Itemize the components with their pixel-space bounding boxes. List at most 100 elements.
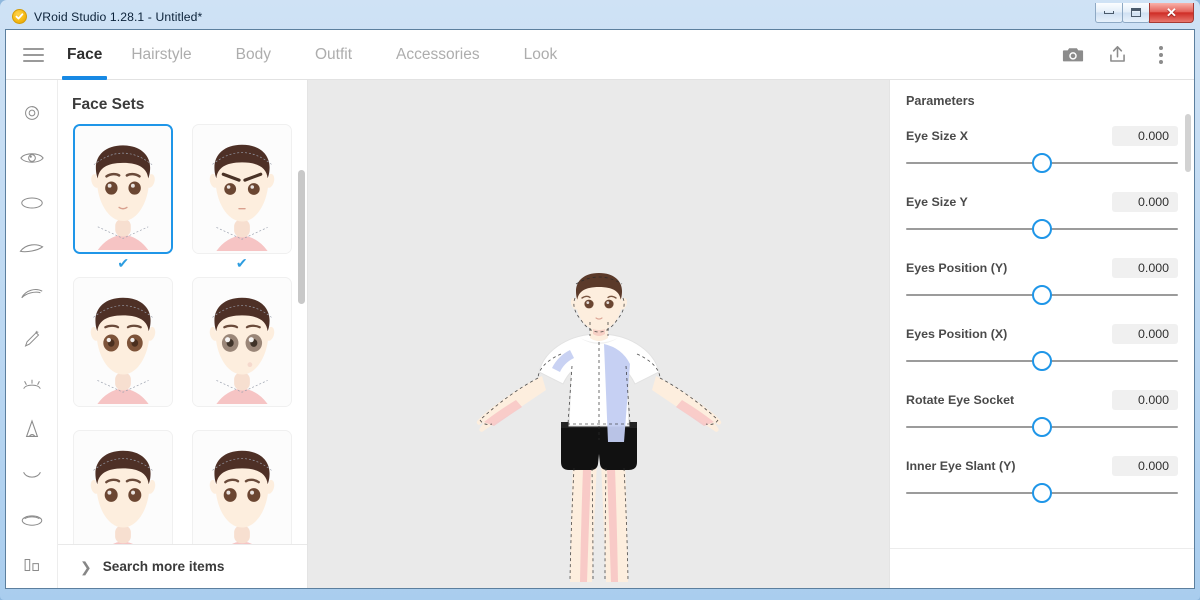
model-viewport[interactable]: [308, 80, 889, 588]
face-set-thumbnail-6[interactable]: [192, 430, 292, 544]
tab-outfit[interactable]: Outfit: [293, 30, 374, 79]
parameter-slider[interactable]: [906, 412, 1178, 442]
close-button[interactable]: ✕: [1149, 3, 1194, 23]
search-more-items-button[interactable]: ❯ Search more items: [58, 544, 307, 588]
slider-handle[interactable]: [1032, 285, 1052, 305]
parameter-value[interactable]: 0.000: [1112, 192, 1178, 212]
face-sets-panel: Face Sets: [58, 80, 308, 588]
tab-accessories-label: Accessories: [396, 46, 480, 64]
eyeball-icon[interactable]: [6, 181, 58, 226]
face-sets-scroll-area[interactable]: ✔: [58, 124, 307, 544]
face-set-item[interactable]: [68, 277, 179, 424]
chevron-right-icon: ❯: [80, 560, 92, 574]
face-set-thumbnail-3[interactable]: [73, 277, 173, 407]
eyebrow-pen-icon[interactable]: [6, 316, 58, 361]
more-options-icon[interactable]: [1146, 40, 1176, 70]
parameter-slider[interactable]: [906, 346, 1178, 376]
title-bar[interactable]: VRoid Studio 1.28.1 - Untitled* ✕: [5, 4, 1195, 29]
top-navigation-bar: Face Hairstyle Body Outfit Accessories L…: [6, 30, 1194, 80]
face-set-item[interactable]: ✔: [187, 124, 298, 271]
iris-icon[interactable]: [6, 90, 58, 135]
search-more-items-label: Search more items: [103, 559, 225, 574]
hamburger-menu-icon[interactable]: [6, 30, 60, 79]
face-set-item[interactable]: [68, 430, 179, 544]
minimize-icon: [1104, 11, 1114, 14]
tab-hairstyle[interactable]: Hairstyle: [109, 30, 213, 79]
parameter-label: Eye Size Y: [906, 195, 968, 209]
face-set-item[interactable]: ✔: [68, 124, 179, 271]
eyelash-icon[interactable]: [6, 271, 58, 316]
face-sets-scrollbar[interactable]: [298, 170, 305, 304]
face-set-thumbnail-5[interactable]: [73, 430, 173, 544]
parameter-slider[interactable]: [906, 478, 1178, 508]
face-set-check-icon: ✔: [236, 254, 248, 271]
tab-face[interactable]: Face: [60, 30, 109, 79]
face-set-item[interactable]: [187, 430, 298, 544]
parameter-value[interactable]: 0.000: [1112, 390, 1178, 410]
parameters-title: Parameters: [890, 80, 1194, 112]
close-icon: ✕: [1166, 5, 1177, 21]
parameter-row: Rotate Eye Socket 0.000: [906, 376, 1178, 442]
parameter-row: Eye Size Y 0.000: [906, 178, 1178, 244]
face-set-thumbnail-4[interactable]: [192, 277, 292, 407]
mouth-icon[interactable]: [6, 452, 58, 497]
tab-outfit-label: Outfit: [315, 46, 352, 64]
face-set-item[interactable]: [187, 277, 298, 424]
maximize-button[interactable]: [1122, 3, 1150, 23]
app-icon: [12, 9, 27, 24]
face-set-thumbnail-1[interactable]: [73, 124, 173, 254]
parameter-row: Eyes Position (X) 0.000: [906, 310, 1178, 376]
parameter-label: Eye Size X: [906, 129, 968, 143]
parameter-row: Eyes Position (Y) 0.000: [906, 244, 1178, 310]
parameter-value[interactable]: 0.000: [1112, 456, 1178, 476]
parameter-slider[interactable]: [906, 148, 1178, 178]
tab-look[interactable]: Look: [502, 30, 580, 79]
tab-face-label: Face: [67, 46, 102, 64]
tab-body[interactable]: Body: [214, 30, 293, 79]
slider-handle[interactable]: [1032, 153, 1052, 173]
face-set-check-icon: ✔: [117, 254, 129, 271]
character-model-t-pose[interactable]: [454, 272, 744, 582]
face-set-thumbnail-2[interactable]: [192, 124, 292, 254]
face-sets-grid: ✔: [68, 124, 297, 544]
parameters-list: Eye Size X 0.000 Eye Size Y 0.000: [890, 112, 1194, 548]
parameters-panel: Parameters Eye Size X 0.000: [889, 80, 1194, 588]
window-resize-handle[interactable]: [5, 591, 1195, 597]
slider-handle[interactable]: [1032, 351, 1052, 371]
parameter-label: Inner Eye Slant (Y): [906, 459, 1015, 473]
tab-accessories[interactable]: Accessories: [374, 30, 502, 79]
eye-highlight-icon[interactable]: [6, 362, 58, 407]
face-sets-title: Face Sets: [58, 80, 307, 124]
parameters-footer: [890, 548, 1194, 588]
face-shape-icon[interactable]: [6, 543, 58, 588]
maximize-icon: [1131, 8, 1141, 17]
ear-icon[interactable]: [6, 497, 58, 542]
slider-handle[interactable]: [1032, 219, 1052, 239]
camera-icon[interactable]: [1058, 40, 1088, 70]
minimize-button[interactable]: [1095, 3, 1123, 23]
parameter-row: Inner Eye Slant (Y) 0.000: [906, 442, 1178, 508]
parameter-value[interactable]: 0.000: [1112, 324, 1178, 344]
window-frame: VRoid Studio 1.28.1 - Untitled* ✕ Face: [0, 0, 1200, 600]
window-title: VRoid Studio 1.28.1 - Untitled*: [34, 10, 202, 24]
parameter-value[interactable]: 0.000: [1112, 258, 1178, 278]
parameter-slider[interactable]: [906, 214, 1178, 244]
eye-icon[interactable]: [6, 135, 58, 180]
main-content-row: Face Sets: [6, 80, 1194, 588]
slider-handle[interactable]: [1032, 417, 1052, 437]
parameter-label: Rotate Eye Socket: [906, 393, 1014, 407]
tab-body-label: Body: [236, 46, 271, 64]
tab-hairstyle-label: Hairstyle: [131, 46, 191, 64]
application-client-area: Face Hairstyle Body Outfit Accessories L…: [5, 29, 1195, 589]
parameter-value[interactable]: 0.000: [1112, 126, 1178, 146]
eyelid-icon[interactable]: [6, 226, 58, 271]
slider-handle[interactable]: [1032, 483, 1052, 503]
face-parts-sidebar: [6, 80, 58, 588]
parameter-label: Eyes Position (Y): [906, 261, 1007, 275]
export-upload-icon[interactable]: [1102, 40, 1132, 70]
tab-look-label: Look: [524, 46, 558, 64]
parameter-row: Eye Size X 0.000: [906, 112, 1178, 178]
nose-icon[interactable]: [6, 407, 58, 452]
parameters-scrollbar[interactable]: [1185, 114, 1191, 172]
parameter-slider[interactable]: [906, 280, 1178, 310]
